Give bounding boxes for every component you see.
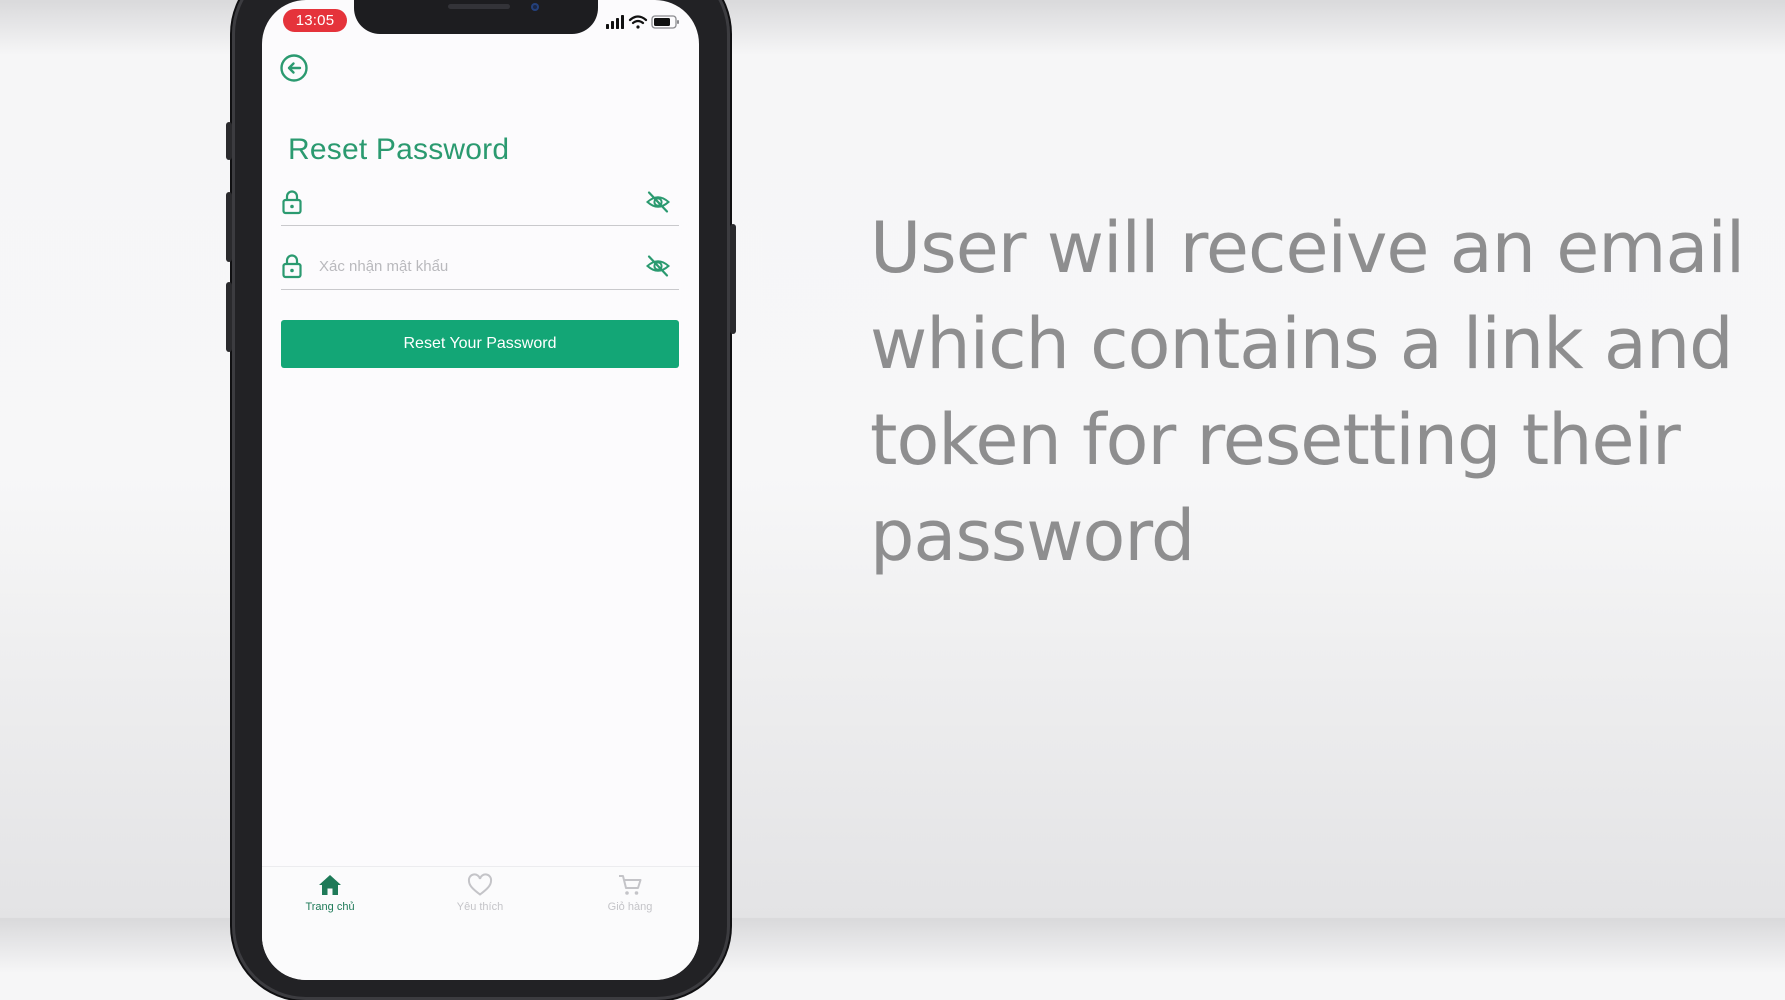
status-icons <box>606 15 679 29</box>
mute-switch <box>226 122 232 160</box>
app-screen: 13:05 Reset Password Reset Your Password… <box>262 0 699 980</box>
cart-icon <box>619 875 642 895</box>
lock-icon <box>282 190 302 215</box>
tab-label-home: Trang chủ <box>305 901 355 913</box>
password-input[interactable] <box>319 189 619 215</box>
tab-home[interactable]: Trang chủ <box>270 873 390 933</box>
home-icon <box>319 875 341 895</box>
password-field <box>281 181 679 226</box>
volume-up-button <box>226 192 232 262</box>
eye-off-icon[interactable] <box>645 253 671 279</box>
slide-caption: User will receive an email which contain… <box>870 207 1745 577</box>
power-button <box>730 224 736 334</box>
status-time: 13:05 <box>283 9 347 32</box>
battery-icon <box>651 15 679 29</box>
arrow-left-circle-icon[interactable] <box>279 53 309 83</box>
lock-icon <box>282 254 302 279</box>
cellular-signal-icon <box>606 15 624 29</box>
confirm-password-field <box>281 245 679 290</box>
volume-down-button <box>226 282 232 352</box>
confirm-password-input[interactable] <box>319 253 619 279</box>
tab-label-cart: Giỏ hàng <box>607 901 653 913</box>
tab-cart[interactable]: Giỏ hàng <box>570 873 690 933</box>
phone-mockup: 13:05 Reset Password Reset Your Password… <box>226 0 736 1000</box>
page-title: Reset Password <box>288 133 510 166</box>
tab-label-favorites: Yêu thích <box>456 901 504 913</box>
reset-password-button[interactable]: Reset Your Password <box>281 320 679 368</box>
bottom-tab-bar: Trang chủ Yêu thích Giỏ hàng <box>262 866 699 980</box>
eye-off-icon[interactable] <box>645 189 671 215</box>
front-camera <box>531 3 539 11</box>
speaker-grille <box>448 4 510 9</box>
wifi-icon <box>628 15 648 29</box>
heart-icon <box>467 873 493 896</box>
notch <box>354 0 598 34</box>
tab-favorites[interactable]: Yêu thích <box>420 873 540 933</box>
